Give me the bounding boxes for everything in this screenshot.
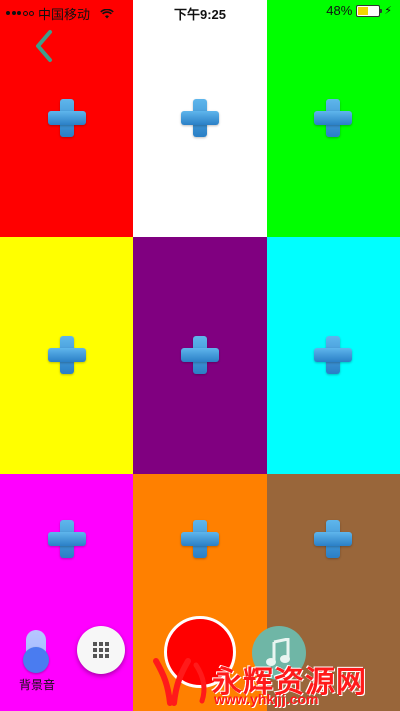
watermark-url: www.yhkjjj.com	[214, 691, 319, 707]
battery-icon	[356, 4, 383, 17]
add-icon[interactable]	[48, 99, 86, 137]
chevron-left-icon	[36, 30, 52, 62]
back-button[interactable]	[30, 28, 60, 64]
background-music-toggle[interactable]	[23, 630, 49, 673]
battery-percent: 48%	[326, 3, 353, 18]
add-icon[interactable]	[181, 99, 219, 137]
add-icon[interactable]	[314, 520, 352, 558]
watermark: 永辉资源网 www.yhkjjj.com	[150, 655, 396, 707]
add-icon[interactable]	[181, 520, 219, 558]
watermark-logo	[153, 658, 207, 706]
toggle-knob[interactable]	[23, 647, 49, 673]
add-icon[interactable]	[314, 99, 352, 137]
grid-icon	[93, 642, 109, 658]
color-pad-grid	[0, 0, 400, 711]
add-icon[interactable]	[48, 336, 86, 374]
add-icon[interactable]	[181, 336, 219, 374]
bolt-icon: ⚡	[384, 5, 392, 17]
add-icon[interactable]	[48, 520, 86, 558]
battery-group: 48% ⚡	[326, 3, 392, 18]
grid-menu-button[interactable]	[77, 626, 125, 674]
background-music-label: 背景音	[18, 678, 55, 692]
status-bar: 中国移动 下午9:25 48% ⚡	[0, 0, 400, 22]
add-icon[interactable]	[314, 336, 352, 374]
battery-fill	[358, 6, 368, 15]
